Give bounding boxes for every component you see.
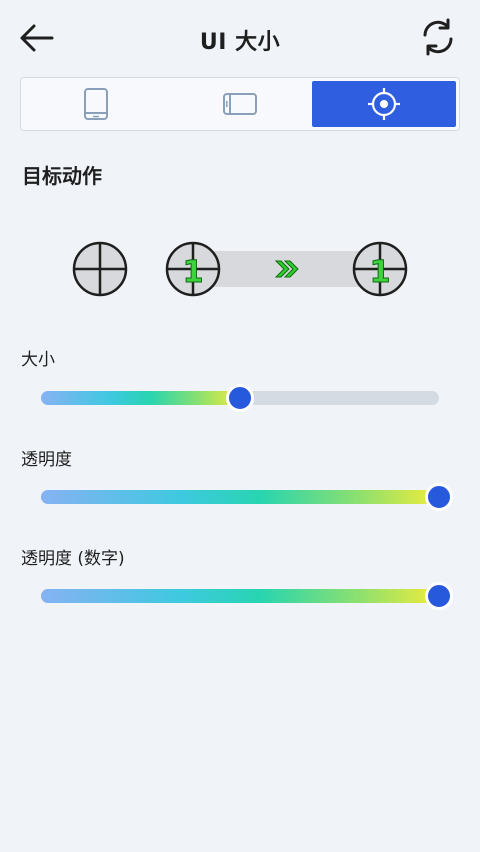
app-header: UI 大小 (0, 0, 480, 76)
tab-target[interactable] (312, 81, 456, 127)
target-crosshair-start[interactable]: 1 (165, 241, 221, 297)
opacity-label: 透明度 (21, 450, 72, 470)
slider-thumb[interactable] (226, 384, 254, 412)
phone-portrait-icon (84, 88, 108, 120)
crosshair-target-icon (368, 88, 400, 120)
end-number: 1 (370, 255, 391, 290)
slider-thumb[interactable] (425, 483, 453, 511)
refresh-icon (423, 18, 453, 56)
opacity-number-label: 透明度 (数字) (21, 549, 125, 569)
slider-fill (41, 589, 439, 603)
opacity-slider[interactable] (41, 483, 453, 511)
tab-portrait[interactable] (24, 81, 168, 127)
size-slider[interactable] (41, 384, 439, 412)
refresh-button[interactable] (420, 18, 456, 56)
phone-landscape-icon (223, 93, 257, 115)
target-action-preview: 1 1 (72, 241, 408, 297)
mode-tabs (20, 77, 460, 131)
section-title: 目标动作 (22, 164, 102, 188)
tab-landscape[interactable] (168, 81, 312, 127)
slider-fill (41, 490, 439, 504)
target-crosshair-empty[interactable] (72, 241, 128, 297)
page-title: UI 大小 (199, 30, 281, 55)
slider-thumb[interactable] (425, 582, 453, 610)
slider-fill (41, 391, 240, 405)
size-label: 大小 (21, 350, 55, 370)
start-number: 1 (183, 255, 204, 290)
target-crosshair-end[interactable]: 1 (352, 241, 408, 297)
opacity-number-slider[interactable] (41, 582, 453, 610)
